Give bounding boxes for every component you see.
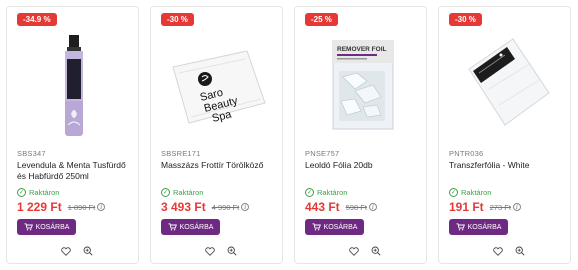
add-to-cart-label: KOSÁRBA: [35, 223, 70, 231]
cart-icon: [168, 223, 177, 231]
current-price: 443 Ft: [305, 200, 340, 214]
info-icon[interactable]: i: [368, 203, 377, 211]
product-grid: -34.9 % SBS347 Levendula & Menta Tusfürd…: [6, 6, 572, 264]
info-icon[interactable]: i: [97, 203, 106, 211]
zoom-icon[interactable]: [514, 245, 526, 257]
card-actions: [492, 245, 536, 257]
check-circle-icon: ✓: [17, 188, 26, 197]
card-actions: [60, 245, 104, 257]
heart-icon[interactable]: [492, 245, 504, 257]
old-price: 590 Ft: [345, 202, 367, 212]
product-card[interactable]: -34.9 % SBS347 Levendula & Menta Tusfürd…: [6, 6, 139, 264]
add-to-cart-label: KOSÁRBA: [467, 223, 502, 231]
zoom-icon[interactable]: [82, 245, 94, 257]
old-price: 1 890 Ft: [67, 202, 96, 212]
product-card[interactable]: -25 % REMOVER FOIL PNSE757 Leoldó Fólia …: [294, 6, 427, 264]
price-row: 443 Ft 590 Ft i: [305, 200, 377, 214]
product-card[interactable]: -30 % Saro Beauty Spa SBSRE171 Masszázs …: [150, 6, 283, 264]
cart-icon: [312, 223, 321, 231]
price-row: 191 Ft 273 Ft i: [449, 200, 521, 214]
zoom-icon[interactable]: [226, 245, 238, 257]
product-title[interactable]: Levendula & Menta Tusfürdő és Habfürdő 2…: [17, 160, 135, 182]
add-to-cart-button[interactable]: KOSÁRBA: [161, 219, 220, 235]
discount-badge: -30 %: [449, 13, 482, 26]
old-price: 4 990 Ft: [211, 202, 240, 212]
stock-status: ✓ Raktáron: [449, 188, 491, 197]
discount-badge: -34.9 %: [17, 13, 57, 26]
card-actions: [204, 245, 248, 257]
stock-status: ✓ Raktáron: [17, 188, 59, 197]
current-price: 1 229 Ft: [17, 200, 62, 214]
heart-icon[interactable]: [348, 245, 360, 257]
add-to-cart-button[interactable]: KOSÁRBA: [17, 219, 76, 235]
heart-icon[interactable]: [60, 245, 72, 257]
discount-badge: -25 %: [305, 13, 338, 26]
price-row: 1 229 Ft 1 890 Ft i: [17, 200, 106, 214]
cart-icon: [24, 223, 33, 231]
old-price: 273 Ft: [489, 202, 511, 212]
product-card[interactable]: -30 % PNTR036 Transzferfólia - White ✓ R…: [438, 6, 571, 264]
product-image[interactable]: REMOVER FOIL: [305, 29, 418, 141]
zoom-icon[interactable]: [370, 245, 382, 257]
heart-icon[interactable]: [204, 245, 216, 257]
stock-label: Raktáron: [173, 188, 204, 197]
product-title[interactable]: Leoldó Fólia 20db: [305, 160, 423, 171]
current-price: 3 493 Ft: [161, 200, 206, 214]
product-image[interactable]: [17, 29, 130, 141]
check-circle-icon: ✓: [161, 188, 170, 197]
add-to-cart-label: KOSÁRBA: [179, 223, 214, 231]
product-sku: SBS347: [17, 149, 46, 158]
stock-status: ✓ Raktáron: [305, 188, 347, 197]
stock-label: Raktáron: [317, 188, 348, 197]
product-title[interactable]: Masszázs Frottír Törölköző: [161, 160, 279, 171]
stock-status: ✓ Raktáron: [161, 188, 203, 197]
product-sku: PNSE757: [305, 149, 340, 158]
cart-icon: [456, 223, 465, 231]
price-row: 3 493 Ft 4 990 Ft i: [161, 200, 250, 214]
add-to-cart-label: KOSÁRBA: [323, 223, 358, 231]
product-image[interactable]: [449, 29, 562, 141]
product-sku: PNTR036: [449, 149, 484, 158]
stock-label: Raktáron: [461, 188, 492, 197]
check-circle-icon: ✓: [305, 188, 314, 197]
add-to-cart-button[interactable]: KOSÁRBA: [305, 219, 364, 235]
info-icon[interactable]: i: [241, 203, 250, 211]
stock-label: Raktáron: [29, 188, 60, 197]
product-title[interactable]: Transzferfólia - White: [449, 160, 567, 171]
add-to-cart-button[interactable]: KOSÁRBA: [449, 219, 508, 235]
check-circle-icon: ✓: [449, 188, 458, 197]
discount-badge: -30 %: [161, 13, 194, 26]
pack-label: REMOVER FOIL: [337, 46, 387, 53]
product-sku: SBSRE171: [161, 149, 201, 158]
product-image[interactable]: Saro Beauty Spa: [161, 29, 274, 141]
card-actions: [348, 245, 392, 257]
current-price: 191 Ft: [449, 200, 484, 214]
info-icon[interactable]: i: [512, 203, 521, 211]
